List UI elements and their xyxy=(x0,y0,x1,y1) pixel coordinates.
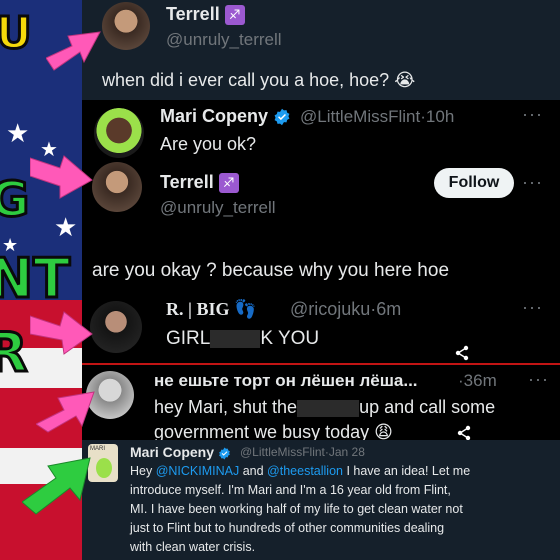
author-handle[interactable]: @unruly_terrell xyxy=(166,30,282,50)
arrow-icon xyxy=(30,155,93,199)
tweet-text-line: with clean water crisis. xyxy=(130,540,256,554)
tweet-russian[interactable]: не ешьте торт он лёшен лёша... ·36m ··· … xyxy=(82,367,560,440)
zodiac-badge-icon: ♐ xyxy=(218,173,239,194)
more-options-icon[interactable]: ··· xyxy=(522,104,543,125)
timestamp: ·36m xyxy=(458,371,497,390)
author-handle[interactable]: @ricojuku·6m xyxy=(290,299,401,320)
more-options-icon[interactable]: ··· xyxy=(522,297,543,318)
tweet-rbig[interactable]: R. | BIG 👣 @ricojuku·6m ··· GIRL K YOU xyxy=(82,295,560,365)
arrow-icon xyxy=(46,31,101,71)
author-handle[interactable]: @LittleMissFlint·Jan 28 xyxy=(240,445,365,459)
redaction-bar xyxy=(297,399,360,417)
redaction-bar xyxy=(210,329,261,348)
star-icon: ★ xyxy=(6,118,30,148)
author-name[interactable]: Terrell ♐ xyxy=(166,4,245,26)
timestamp: 6m xyxy=(376,299,402,319)
overlay-letter: U xyxy=(0,8,33,59)
arrow-icon xyxy=(36,391,95,433)
footprints-icon: 👣 xyxy=(233,299,257,319)
overlay-letter: NT xyxy=(0,247,72,310)
verified-badge-icon xyxy=(219,447,230,460)
mention-link[interactable]: @NICKIMINAJ xyxy=(156,464,240,478)
author-handle[interactable]: @unruly_terrell xyxy=(160,198,276,218)
more-options-icon[interactable]: ··· xyxy=(522,172,543,193)
zodiac-badge-icon: ♐ xyxy=(224,5,245,26)
author-name[interactable]: R. | BIG 👣 xyxy=(166,299,256,320)
weary-emoji-icon: 😩 xyxy=(374,422,393,440)
author-handle[interactable]: @LittleMissFlint·10h xyxy=(300,107,454,127)
tweet-terrell[interactable]: Terrell ♐ @unruly_terrell Follow ··· are… xyxy=(82,160,560,295)
follow-button[interactable]: Follow xyxy=(434,168,514,198)
tweet-text-line: introduce myself. I'm Mari and I'm a 16 … xyxy=(130,483,451,497)
overlay-letter: R xyxy=(0,321,29,384)
tweet-mari-old[interactable]: MARI Mari Copeny @LittleMissFlint·Jan 28… xyxy=(82,440,560,560)
tweet-mari-copeny[interactable]: Mari Copeny @LittleMissFlint·10h ··· Are… xyxy=(82,100,560,160)
star-icon: ★ xyxy=(54,212,78,242)
overlay-letter: G xyxy=(0,172,31,228)
timestamp: Jan 28 xyxy=(328,445,365,459)
tweet-text: GIRL K YOU xyxy=(166,328,320,349)
share-icon[interactable] xyxy=(454,345,470,361)
timestamp: 10h xyxy=(425,107,455,126)
tweet-text-line: hey Mari, shut the up and call some xyxy=(154,397,496,417)
author-name[interactable]: Mari Copeny xyxy=(160,106,291,127)
share-icon[interactable] xyxy=(456,425,472,440)
tweet-text-line: MI. I have been working half of my life … xyxy=(130,502,463,516)
avatar[interactable] xyxy=(92,162,142,212)
mention-link[interactable]: @theestallion xyxy=(267,464,343,478)
tweet-text-line: government we busy today 😩 xyxy=(154,422,393,440)
author-name[interactable]: Mari Copeny xyxy=(130,444,231,460)
avatar[interactable] xyxy=(90,301,142,353)
crying-emoji-icon: 😭 xyxy=(394,70,416,90)
arrow-icon xyxy=(22,457,91,515)
verified-badge-icon xyxy=(274,109,290,126)
avatar[interactable] xyxy=(102,2,150,50)
tweet-text-line: just to Flint but to hundreds of other c… xyxy=(130,521,445,535)
tweet-terrell-top[interactable]: Terrell ♐ @unruly_terrell when did i eve… xyxy=(82,0,560,100)
tweet-text: when did i ever call you a hoe, hoe? 😭 xyxy=(102,70,416,90)
author-name[interactable]: не ешьте торт он лёшен лёша... xyxy=(154,371,418,391)
tweet-text-line: Hey @NICKIMINAJ and @theestallion I have… xyxy=(130,464,471,478)
tweet-text: are you okay ? because why you here hoe xyxy=(92,260,450,281)
tweet-text: Are you ok? xyxy=(160,134,257,154)
arrow-icon xyxy=(30,311,93,355)
avatar[interactable] xyxy=(94,108,144,158)
author-name[interactable]: Terrell ♐ xyxy=(160,172,239,194)
more-options-icon[interactable]: ··· xyxy=(528,369,549,390)
